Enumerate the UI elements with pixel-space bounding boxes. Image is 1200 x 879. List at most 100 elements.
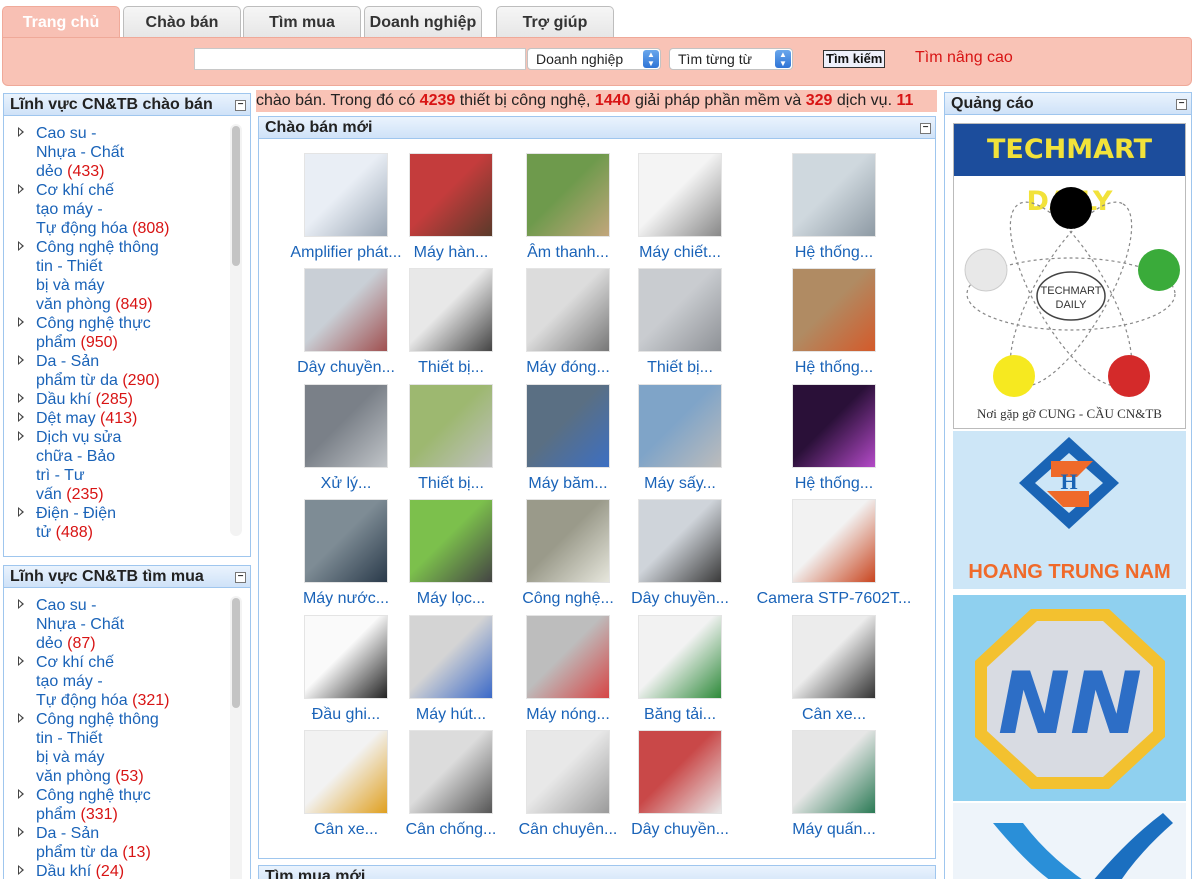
category-label[interactable]: Cao su -: [36, 125, 96, 142]
expand-triangle-icon[interactable]: [18, 865, 24, 875]
expand-triangle-icon[interactable]: [18, 317, 24, 327]
expand-triangle-icon[interactable]: [18, 241, 24, 251]
category-label[interactable]: bị và máy: [36, 749, 104, 766]
product-thumbnail[interactable]: [792, 499, 876, 584]
category-label[interactable]: Nhựa - Chất: [36, 616, 124, 633]
category-label[interactable]: tin - Thiết: [36, 730, 102, 747]
product-thumbnail[interactable]: [638, 383, 722, 468]
expand-triangle-icon[interactable]: [18, 599, 24, 609]
expand-triangle-icon[interactable]: [18, 713, 24, 723]
product-item[interactable]: Máy chiết...: [605, 153, 755, 263]
ad-partial-logo[interactable]: [953, 803, 1186, 879]
category-label[interactable]: Da - Sản: [36, 353, 99, 370]
category-label[interactable]: văn phòng: [36, 296, 111, 313]
category-item[interactable]: Cao su - Nhựa - Chất dẻo (87): [10, 596, 226, 653]
category-item[interactable]: Điện - Điện tử (488): [10, 504, 226, 542]
category-label[interactable]: Dệt may: [36, 410, 96, 427]
category-label[interactable]: vấn: [36, 486, 62, 503]
tab-business[interactable]: Doanh nghiệp: [364, 6, 482, 38]
category-label[interactable]: Da - Sản: [36, 825, 99, 842]
product-thumbnail[interactable]: [638, 268, 722, 353]
advanced-search-link[interactable]: Tìm nâng cao: [915, 49, 1013, 67]
expand-triangle-icon[interactable]: [18, 827, 24, 837]
category-label[interactable]: Cơ khí chế: [36, 654, 114, 671]
category-item[interactable]: Cơ khí chế tạo máy - Tự động hóa (808): [10, 181, 226, 238]
ad-hoang-trung-nam[interactable]: H HOANG TRUNG NAM: [953, 431, 1186, 589]
category-item[interactable]: Da - Sản phẩm từ da (290): [10, 352, 226, 390]
tab-buy[interactable]: Tìm mua: [243, 6, 361, 38]
product-thumbnail[interactable]: [792, 153, 876, 237]
category-label[interactable]: dẻo: [36, 163, 63, 180]
product-title-link[interactable]: Hệ thống...: [755, 474, 913, 494]
category-label[interactable]: chữa - Bảo: [36, 448, 115, 465]
category-item[interactable]: Công nghệ thực phẩm (331): [10, 786, 226, 824]
sell-list-scrollbar[interactable]: [230, 124, 242, 536]
collapse-icon[interactable]: −: [1176, 99, 1187, 110]
expand-triangle-icon[interactable]: [18, 184, 24, 194]
tab-sell[interactable]: Chào bán: [123, 6, 241, 38]
search-type-select[interactable]: Doanh nghiệp ▲ ▼: [527, 48, 661, 70]
search-input[interactable]: [194, 48, 526, 70]
category-label[interactable]: Công nghệ thực: [36, 787, 151, 804]
expand-triangle-icon[interactable]: [18, 412, 24, 422]
product-thumbnail[interactable]: [409, 153, 493, 237]
tab-help[interactable]: Trợ giúp: [496, 6, 614, 38]
product-item[interactable]: Thiết bị...: [605, 268, 755, 378]
product-thumbnail[interactable]: [792, 614, 876, 699]
product-thumbnail[interactable]: [526, 499, 610, 584]
expand-triangle-icon[interactable]: [18, 355, 24, 365]
product-thumbnail[interactable]: [409, 499, 493, 584]
category-item[interactable]: Công nghệ thông tin - Thiết bị và máy văn p…: [10, 710, 226, 786]
category-label[interactable]: Tự động hóa: [36, 220, 128, 237]
category-label[interactable]: trì - Tư: [36, 467, 85, 484]
category-item[interactable]: Công nghệ thông tin - Thiết bị và máy văn p…: [10, 238, 226, 314]
product-thumbnail[interactable]: [409, 383, 493, 468]
product-item[interactable]: Dây chuyền...: [605, 499, 755, 609]
search-button[interactable]: Tìm kiếm: [823, 50, 886, 68]
category-item[interactable]: Dầu khí (285): [10, 390, 226, 409]
collapse-icon[interactable]: −: [235, 572, 246, 583]
product-thumbnail[interactable]: [638, 730, 722, 814]
category-label[interactable]: dẻo: [36, 635, 63, 652]
category-label[interactable]: Dịch vụ sửa: [36, 429, 121, 446]
category-label[interactable]: phẩm từ da: [36, 372, 118, 389]
category-label[interactable]: Điện - Điện: [36, 505, 116, 522]
category-label[interactable]: Công nghệ thực: [36, 315, 151, 332]
product-thumbnail[interactable]: [409, 730, 493, 814]
category-label[interactable]: Cao su -: [36, 597, 96, 614]
product-thumbnail[interactable]: [638, 153, 722, 237]
product-title-link[interactable]: Máy quấn...: [755, 820, 913, 840]
category-label[interactable]: Nhựa - Chất: [36, 144, 124, 161]
product-title-link[interactable]: Thiết bị...: [601, 358, 759, 378]
product-title-link[interactable]: Cân xe...: [755, 705, 913, 725]
product-thumbnail[interactable]: [526, 383, 610, 468]
product-thumbnail[interactable]: [409, 614, 493, 699]
category-item[interactable]: Cao su - Nhựa - Chất dẻo (433): [10, 124, 226, 181]
product-item[interactable]: Dây chuyền...: [605, 730, 755, 840]
product-title-link[interactable]: Máy chiết...: [601, 243, 759, 263]
product-thumbnail[interactable]: [526, 614, 610, 699]
product-item[interactable]: Hệ thống...: [759, 268, 909, 378]
category-label[interactable]: tạo máy -: [36, 673, 103, 690]
collapse-icon[interactable]: −: [235, 100, 246, 111]
expand-triangle-icon[interactable]: [18, 789, 24, 799]
category-item[interactable]: Cơ khí chế tạo máy - Tự động hóa (321): [10, 653, 226, 710]
product-item[interactable]: Cân xe...: [759, 614, 909, 725]
product-title-link[interactable]: Hệ thống...: [755, 243, 913, 263]
category-item[interactable]: Da - Sản phẩm từ da (13): [10, 824, 226, 862]
scrollbar-thumb[interactable]: [232, 598, 240, 708]
ad-nn[interactable]: NN: [953, 595, 1186, 801]
product-title-link[interactable]: Dây chuyền...: [601, 820, 759, 840]
product-item[interactable]: Máy sấy...: [605, 383, 755, 494]
product-title-link[interactable]: Hệ thống...: [755, 358, 913, 378]
category-label[interactable]: tử: [36, 524, 51, 541]
category-label[interactable]: tin - Thiết: [36, 258, 102, 275]
product-item[interactable]: Băng tải...: [605, 614, 755, 725]
product-title-link[interactable]: Máy sấy...: [601, 474, 759, 494]
expand-triangle-icon[interactable]: [18, 127, 24, 137]
collapse-icon[interactable]: −: [920, 123, 931, 134]
category-label[interactable]: văn phòng: [36, 768, 111, 785]
product-item[interactable]: Hệ thống...: [759, 383, 909, 494]
product-item[interactable]: Máy quấn...: [759, 730, 909, 840]
category-label[interactable]: Tự động hóa: [36, 692, 128, 709]
